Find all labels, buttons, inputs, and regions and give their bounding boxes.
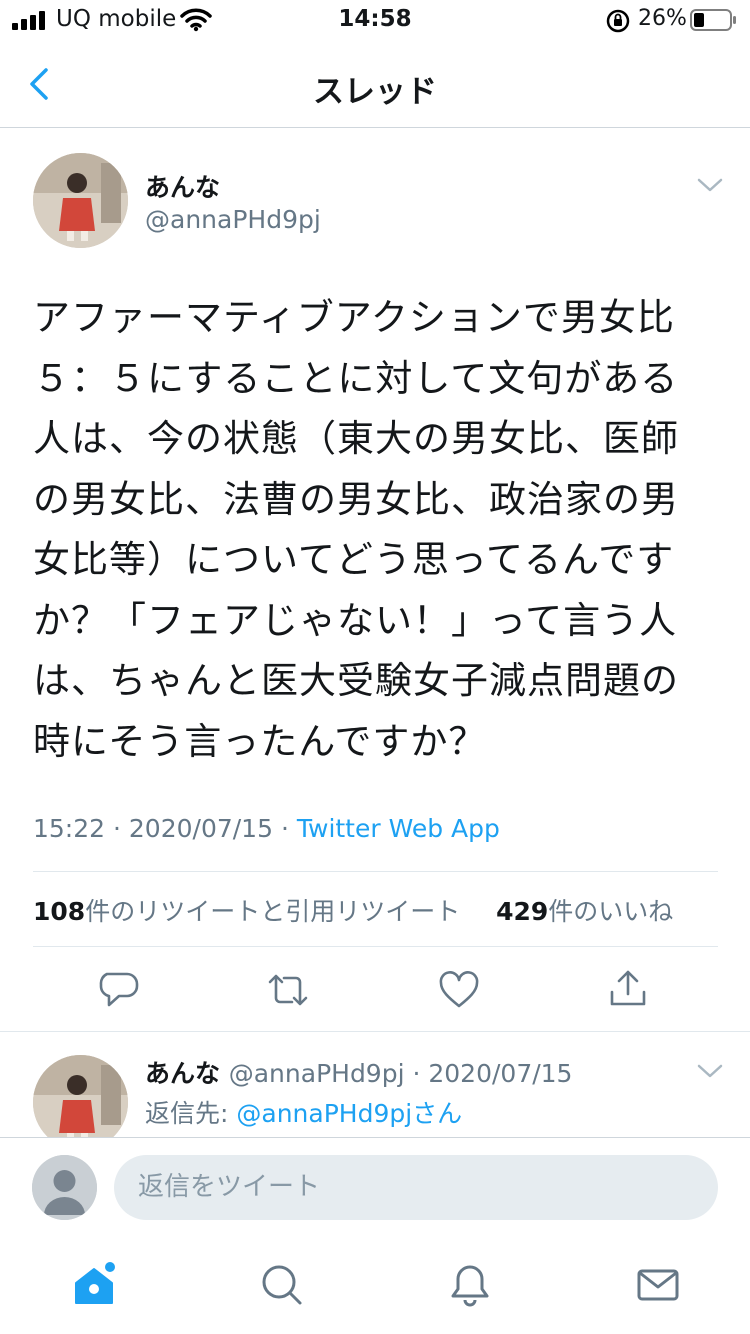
tweet-menu-button[interactable]: [696, 1062, 724, 1080]
tweet-text-line: か？「フェアじゃない！」って言う人: [33, 598, 678, 642]
reply-author: あんな @annaPHd9pj · 2020/07/15: [145, 1054, 572, 1090]
share-button[interactable]: [606, 966, 650, 1010]
meta-separator: ·: [113, 814, 129, 843]
retweet-icon: [268, 974, 308, 1006]
divider: [33, 946, 718, 947]
nav-bar: スレッド: [0, 40, 750, 128]
tweet-source-link[interactable]: Twitter Web App: [297, 814, 500, 843]
notifications-icon: [451, 1265, 489, 1307]
divider: [33, 871, 718, 872]
tweet-menu-button[interactable]: [696, 176, 724, 194]
retweet-button[interactable]: [266, 968, 310, 1012]
orientation-lock-icon: [605, 8, 631, 34]
reply-button[interactable]: [97, 968, 141, 1012]
chevron-down-icon: [697, 1064, 723, 1078]
like-button[interactable]: [437, 968, 481, 1012]
chevron-down-icon: [697, 178, 723, 192]
reply-to: 返信先: @annaPHd9pjさん: [145, 1094, 462, 1130]
like-icon: [439, 971, 479, 1008]
tab-home[interactable]: [70, 1261, 118, 1309]
tweet-text-line: アファーマティブアクションで男女比: [33, 296, 675, 339]
tweet-text-line: 女比等）についてどう思ってるんです: [33, 538, 675, 581]
author-handle[interactable]: @annaPHd9pj: [145, 205, 321, 234]
page-title: スレッド: [313, 74, 437, 110]
tab-messages[interactable]: [634, 1261, 682, 1309]
like-count: 429: [496, 897, 549, 926]
home-icon: [75, 1262, 115, 1304]
tab-notifications[interactable]: [446, 1261, 494, 1309]
reply-icon: [99, 972, 139, 1007]
avatar: [32, 1155, 97, 1220]
reply-handle-date: @annaPHd9pj · 2020/07/15: [228, 1059, 573, 1088]
tweet-stats: 108件のリツイートと引用リツイート 429件のいいね: [33, 892, 673, 928]
avatar[interactable]: [33, 1055, 128, 1137]
like-label: 件のいいね: [548, 897, 674, 926]
tab-bar: [0, 1235, 750, 1334]
tweet-text-line: 時にそう言ったんですか？: [33, 719, 487, 763]
tab-search[interactable]: [258, 1261, 306, 1309]
avatar[interactable]: [33, 153, 128, 248]
retweet-stat[interactable]: 108件のリツイートと引用リツイート: [33, 897, 460, 926]
reply-to-mention[interactable]: @annaPHd9pjさん: [236, 1099, 462, 1128]
like-stat[interactable]: 429件のいいね: [496, 897, 673, 926]
retweet-label: 件のリツイートと引用リツイート: [85, 897, 461, 926]
compose-bar: 返信をツイート: [0, 1137, 750, 1235]
tweet-time: 15:22: [33, 814, 106, 843]
tweet-text: アファーマティブアクションで男女比 ５：５にすることに対して文句がある 人は、今…: [33, 288, 723, 772]
tweet-date: 2020/07/15: [128, 814, 273, 843]
search-icon: [262, 1265, 302, 1305]
tweet-text-line: 人は、今の状態（東大の男女比、医師: [33, 417, 679, 460]
reply-to-label: 返信先:: [145, 1099, 237, 1128]
tweet-meta: 15:22 · 2020/07/15 · Twitter Web App: [33, 814, 500, 843]
battery-icon: [690, 8, 738, 32]
reply-author-name[interactable]: あんな: [145, 1059, 220, 1088]
default-avatar-icon: [32, 1155, 97, 1220]
tweet-text-line: ５：５にすることに対して文句がある: [33, 356, 679, 400]
messages-icon: [637, 1269, 679, 1301]
battery-percent: 26%: [638, 6, 687, 31]
tweet-text-line: の男女比、法曹の男女比、政治家の男: [33, 477, 679, 521]
tweet-text-line: は、ちゃんと医大受験女子減点問題の: [33, 659, 679, 702]
status-bar: UQ mobile 14:58 26%: [0, 0, 750, 40]
retweet-count: 108: [33, 897, 86, 926]
meta-separator: ·: [280, 814, 297, 843]
reply-tweet[interactable]: あんな @annaPHd9pj · 2020/07/15 返信先: @annaP…: [0, 1032, 750, 1137]
reply-input[interactable]: 返信をツイート: [114, 1155, 718, 1220]
share-icon: [610, 970, 646, 1006]
author-name[interactable]: あんな: [145, 168, 220, 204]
